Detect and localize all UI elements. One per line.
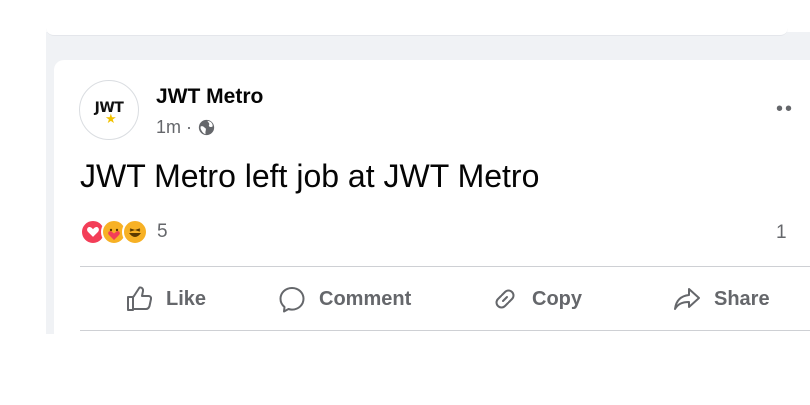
comment-label: Comment (319, 287, 412, 310)
post-meta: 1m · (156, 117, 215, 138)
globe-icon (198, 119, 215, 136)
copy-label: Copy (532, 287, 582, 310)
like-button[interactable]: Like (124, 274, 206, 324)
more-options-button[interactable]: •• (776, 98, 794, 121)
share-arrow-icon (674, 288, 700, 310)
reactions-summary[interactable]: 5 (80, 219, 168, 245)
comment-bubble-icon (279, 287, 305, 313)
reaction-count: 5 (157, 221, 168, 242)
avatar[interactable]: JWT ★ (79, 80, 139, 140)
actions-divider-bottom (80, 330, 810, 331)
previous-post-card (46, 0, 788, 36)
post-card: JWT ★ JWT Metro 1m · •• JWT Metro left j… (54, 60, 810, 334)
meta-separator: · (186, 117, 193, 137)
link-icon (495, 289, 515, 309)
star-icon: ★ (105, 111, 117, 126)
page-name[interactable]: JWT Metro (156, 85, 263, 109)
actions-divider-top (80, 266, 810, 267)
share-label: Share (714, 287, 770, 310)
thumbs-up-icon (127, 286, 153, 311)
post-timestamp[interactable]: 1m (156, 117, 181, 138)
comments-count[interactable]: 1 (776, 222, 787, 244)
comment-button[interactable]: Comment (277, 274, 411, 324)
haha-reaction-icon (122, 219, 148, 245)
like-label: Like (166, 287, 207, 310)
copy-button[interactable]: Copy (490, 274, 582, 324)
post-actions-bar: Like Comment Copy Share (80, 274, 810, 324)
post-text: JWT Metro left job at JWT Metro (80, 158, 540, 194)
share-button[interactable]: Share (672, 274, 770, 324)
